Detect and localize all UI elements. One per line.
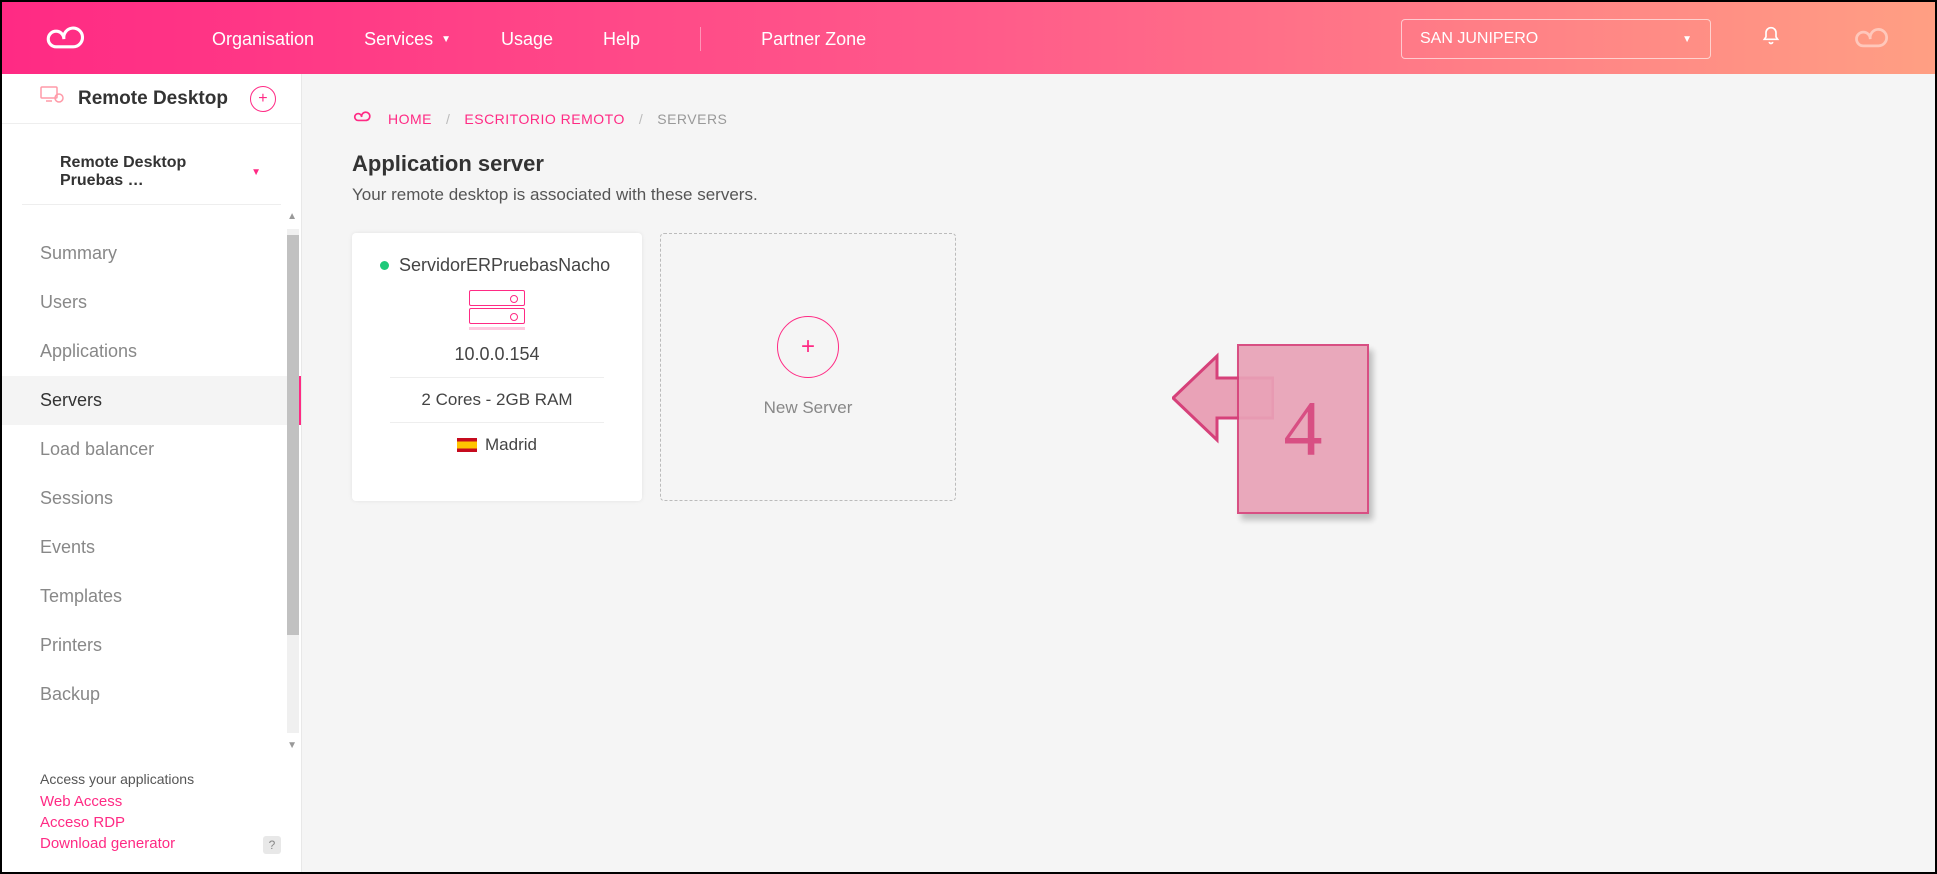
status-dot-icon <box>380 261 389 270</box>
nav-services-label: Services <box>364 29 433 50</box>
scroll-up-icon[interactable]: ▲ <box>287 211 297 222</box>
nav-organisation[interactable]: Organisation <box>212 29 314 50</box>
nav-services[interactable]: Services ▼ <box>364 29 451 50</box>
server-location-label: Madrid <box>485 435 537 455</box>
bell-icon[interactable] <box>1761 25 1781 53</box>
chevron-down-icon: ▼ <box>1682 34 1692 45</box>
link-web-access[interactable]: Web Access <box>40 793 281 810</box>
org-selector[interactable]: SAN JUNIPERO ▼ <box>1401 19 1711 59</box>
sidebar-item-summary[interactable]: Summary <box>2 229 301 278</box>
sidebar-item-applications[interactable]: Applications <box>2 327 301 376</box>
nav-usage[interactable]: Usage <box>501 29 553 50</box>
cloud-icon <box>352 110 374 127</box>
link-download-generator[interactable]: Download generator <box>40 835 281 852</box>
nav-partner-zone[interactable]: Partner Zone <box>761 29 866 50</box>
sidebar-instance-label: Remote Desktop Pruebas … <box>60 154 243 190</box>
server-name-row: ServidorERPruebasNacho <box>370 255 624 276</box>
server-rack-icon <box>469 290 525 330</box>
sidebar-scroll: ▲ Summary Users Applications Servers Loa… <box>2 205 301 757</box>
sidebar-item-servers[interactable]: Servers <box>2 376 301 425</box>
sidebar-item-users[interactable]: Users <box>2 278 301 327</box>
sidebar-item-load-balancer[interactable]: Load balancer <box>2 425 301 474</box>
chevron-down-icon: ▼ <box>441 34 451 45</box>
divider <box>390 377 604 378</box>
scrollbar-thumb[interactable] <box>287 235 299 635</box>
brand-icon <box>1851 24 1895 54</box>
breadcrumb-remote-desktop[interactable]: ESCRITORIO REMOTO <box>464 111 624 127</box>
link-acceso-rdp[interactable]: Acceso RDP <box>40 814 281 831</box>
breadcrumb-separator: / <box>446 111 450 127</box>
footer-heading: Access your applications <box>40 771 281 787</box>
add-remote-desktop-button[interactable]: + <box>250 86 276 112</box>
help-icon[interactable]: ? <box>263 836 281 854</box>
divider <box>390 422 604 423</box>
sidebar: Remote Desktop + Remote Desktop Pruebas … <box>2 74 302 872</box>
sidebar-instance-selector[interactable]: Remote Desktop Pruebas … ▼ <box>22 124 281 205</box>
sidebar-item-backup[interactable]: Backup <box>2 670 301 719</box>
sidebar-item-sessions[interactable]: Sessions <box>2 474 301 523</box>
sidebar-item-templates[interactable]: Templates <box>2 572 301 621</box>
logo-icon <box>42 22 92 56</box>
page-title: Application server <box>352 151 1885 177</box>
breadcrumb-home[interactable]: HOME <box>388 111 432 127</box>
breadcrumb: HOME / ESCRITORIO REMOTO / SERVERS <box>352 110 1885 127</box>
sidebar-item-events[interactable]: Events <box>2 523 301 572</box>
server-ip: 10.0.0.154 <box>370 344 624 365</box>
server-name: ServidorERPruebasNacho <box>399 255 610 276</box>
new-server-card[interactable]: + New Server <box>660 233 956 501</box>
sidebar-item-printers[interactable]: Printers <box>2 621 301 670</box>
nav-divider <box>700 27 701 51</box>
breadcrumb-separator: / <box>639 111 643 127</box>
remote-desktop-icon <box>40 86 64 104</box>
breadcrumb-current: SERVERS <box>657 111 727 127</box>
org-selected-label: SAN JUNIPERO <box>1420 30 1538 48</box>
sidebar-footer: Access your applications Web Access Acce… <box>2 757 301 872</box>
nav-help[interactable]: Help <box>603 29 640 50</box>
new-server-label: New Server <box>764 398 853 418</box>
main-content: HOME / ESCRITORIO REMOTO / SERVERS Appli… <box>302 74 1935 872</box>
flag-es-icon <box>457 438 477 452</box>
server-specs: 2 Cores - 2GB RAM <box>370 390 624 410</box>
sidebar-title: Remote Desktop <box>78 88 228 110</box>
plus-icon: + <box>777 316 839 378</box>
sidebar-header: Remote Desktop + <box>2 74 301 124</box>
header: Organisation Services ▼ Usage Help Partn… <box>2 2 1935 76</box>
server-location: Madrid <box>370 435 624 455</box>
scroll-down-icon[interactable]: ▼ <box>287 740 297 751</box>
server-card[interactable]: ServidorERPruebasNacho 10.0.0.154 2 Core… <box>352 233 642 501</box>
sidebar-menu: Summary Users Applications Servers Load … <box>2 229 301 719</box>
cards-row: ServidorERPruebasNacho 10.0.0.154 2 Core… <box>352 233 1885 501</box>
chevron-down-icon: ▼ <box>251 167 261 178</box>
page-subtitle: Your remote desktop is associated with t… <box>352 185 1885 205</box>
main-nav: Organisation Services ▼ Usage Help Partn… <box>212 27 866 51</box>
